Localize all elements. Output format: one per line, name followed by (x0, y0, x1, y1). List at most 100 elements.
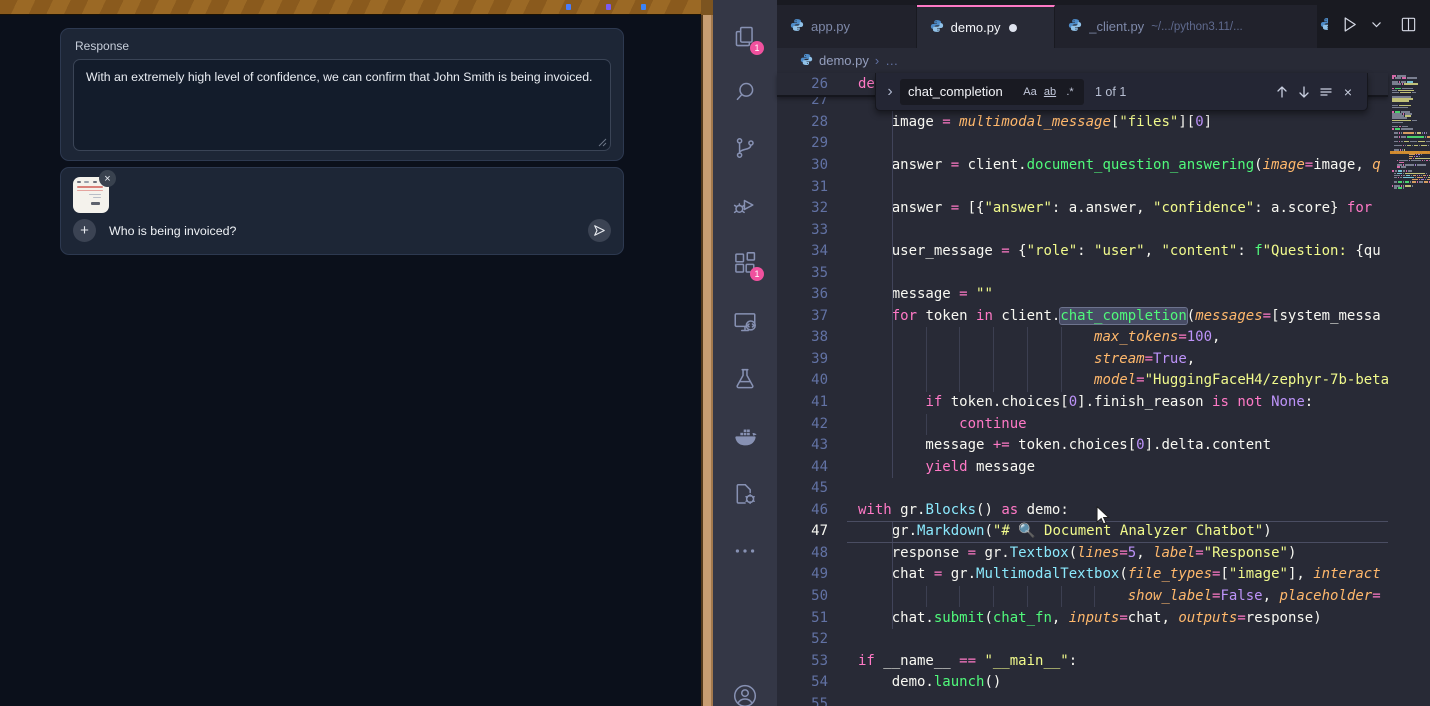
breadcrumb-symbol[interactable]: … (885, 53, 898, 68)
code-line[interactable]: 45 (777, 478, 1388, 500)
split-editor-icon (1400, 16, 1417, 33)
code-line[interactable]: 40 model="HuggingFaceH4/zephyr-7b-beta (777, 370, 1388, 392)
chat-message-input[interactable]: Who is being invoiced? (109, 224, 588, 238)
code-line[interactable]: 38 max_tokens=100, (777, 327, 1388, 349)
line-number: 53 (777, 651, 828, 673)
selection-lines-icon (1319, 85, 1333, 99)
modified-dot-icon[interactable] (1009, 24, 1017, 32)
tab-_client.py[interactable]: _client.py~/.../python3.11/... (1055, 5, 1318, 48)
tab-demo.py[interactable]: demo.py (917, 5, 1056, 48)
extensions-icon[interactable]: 1 (732, 250, 758, 276)
breadcrumb[interactable]: demo.py › … (777, 48, 1430, 73)
code-line[interactable]: 43 message += token.choices[0].delta.con… (777, 435, 1388, 457)
remove-attachment-button[interactable]: × (99, 170, 116, 187)
file-settings-icon[interactable] (732, 481, 758, 507)
bookmark-favicon[interactable] (641, 4, 646, 10)
run-dropdown-button[interactable] (1371, 19, 1382, 30)
line-number: 46 (777, 500, 828, 522)
line-number: 55 (777, 694, 828, 706)
find-in-selection-button[interactable] (1315, 81, 1337, 103)
browser-bookmarks-bar[interactable] (0, 0, 701, 15)
run-debug-icon[interactable] (732, 192, 758, 218)
code-line[interactable]: 36 message = "" (777, 284, 1388, 306)
python-file-icon (790, 18, 804, 32)
find-result-count: 1 of 1 (1095, 85, 1126, 99)
python-file-icon (930, 19, 944, 33)
desktop-wallpaper-strip (701, 0, 713, 706)
find-expand-toggle-icon[interactable]: › (880, 83, 900, 101)
code-line[interactable]: 54 demo.launch() (777, 672, 1388, 694)
code-line[interactable]: 50 show_label=False, placeholder= (777, 586, 1388, 608)
tab-label: demo.py (951, 20, 1001, 35)
response-panel: Response With an extremely high level of… (60, 28, 624, 161)
account-icon[interactable] (732, 684, 758, 706)
find-close-button[interactable]: × (1337, 81, 1359, 103)
find-query-text[interactable]: chat_completion (908, 84, 1020, 99)
run-python-file-button[interactable] (1340, 15, 1359, 34)
minimap[interactable] (1390, 73, 1430, 706)
code-line[interactable]: 29 (777, 133, 1388, 155)
line-number: 54 (777, 672, 828, 694)
python-file-icon (1068, 18, 1082, 32)
regex-toggle[interactable]: .* (1060, 82, 1080, 102)
code-line[interactable]: 52 (777, 629, 1388, 651)
line-number: 44 (777, 457, 828, 479)
send-button[interactable] (588, 219, 611, 242)
line-number: 30 (777, 155, 828, 177)
resize-handle-icon[interactable] (598, 138, 607, 147)
code-line[interactable]: 51 chat.submit(chat_fn, inputs=chat, out… (777, 608, 1388, 630)
search-icon[interactable] (732, 79, 758, 105)
tab-app.py[interactable]: app.py (777, 5, 917, 48)
code-line[interactable]: 31 (777, 177, 1388, 199)
response-textarea[interactable]: With an extremely high level of confiden… (73, 59, 611, 151)
docker-icon[interactable] (732, 424, 758, 450)
minimap-line (1392, 122, 1404, 124)
code-line[interactable]: 41 if token.choices[0].finish_reason is … (777, 392, 1388, 414)
badge: 1 (750, 267, 764, 281)
match-case-toggle[interactable]: Aa (1020, 82, 1040, 102)
code-line[interactable]: 32 answer = [{"answer": a.answer, "confi… (777, 198, 1388, 220)
python-file-icon (800, 53, 813, 69)
bookmark-favicon[interactable] (566, 4, 571, 10)
breadcrumb-file[interactable]: demo.py (819, 53, 869, 68)
find-input[interactable]: chat_completion Aa ab .* (900, 79, 1084, 105)
code-line[interactable]: 55 (777, 694, 1388, 706)
tab-label: app.py (811, 19, 850, 34)
code-line[interactable]: 49 chat = gr.MultimodalTextbox(file_type… (777, 564, 1388, 586)
whole-word-toggle[interactable]: ab (1040, 82, 1060, 102)
source-control-icon[interactable] (732, 135, 758, 161)
code-line[interactable]: 53if __name__ == "__main__": (777, 651, 1388, 673)
find-next-button[interactable] (1293, 81, 1315, 103)
split-editor-button[interactable] (1400, 16, 1417, 33)
python-file-icon (790, 18, 804, 35)
send-icon (593, 224, 606, 237)
code-line[interactable]: 28 image = multimodal_message["files"][0… (777, 112, 1388, 134)
explorer-icon[interactable]: 1 (732, 24, 758, 50)
more-icon[interactable] (732, 538, 758, 564)
minimap-line (1392, 141, 1430, 143)
code-line[interactable]: 34 user_message = {"role": "user", "cont… (777, 241, 1388, 263)
code-line[interactable]: 37 for token in client.chat_completion(m… (777, 306, 1388, 328)
code-line[interactable]: 44 yield message (777, 457, 1388, 479)
line-number: 33 (777, 220, 828, 242)
code-line[interactable]: 42 continue (777, 414, 1388, 436)
tab-description: ~/.../python3.11/... (1151, 21, 1243, 33)
code-line[interactable]: 35 (777, 263, 1388, 285)
breadcrumb-separator: › (875, 53, 879, 68)
line-number: 45 (777, 478, 828, 500)
testing-icon[interactable] (732, 366, 758, 392)
find-previous-button[interactable] (1271, 81, 1293, 103)
add-attachment-button[interactable]: + (73, 219, 96, 242)
arrow-up-icon (1275, 85, 1289, 99)
minimap-line (1392, 181, 1430, 183)
remote-explorer-icon[interactable] (732, 309, 758, 335)
code-line[interactable]: 48 response = gr.Textbox(lines=5, label=… (777, 543, 1388, 565)
code-line[interactable]: 46with gr.Blocks() as demo: (777, 500, 1388, 522)
minimap-line (1392, 128, 1414, 130)
bookmark-favicon[interactable] (606, 4, 611, 10)
code-line[interactable]: 39 stream=True, (777, 349, 1388, 371)
activity-bar: 11 (713, 0, 777, 706)
code-line[interactable]: 33 (777, 220, 1388, 242)
code-line[interactable]: 30 answer = client.document_question_ans… (777, 155, 1388, 177)
code-editor[interactable]: 2728 image = multimodal_message["files"]… (777, 73, 1430, 706)
